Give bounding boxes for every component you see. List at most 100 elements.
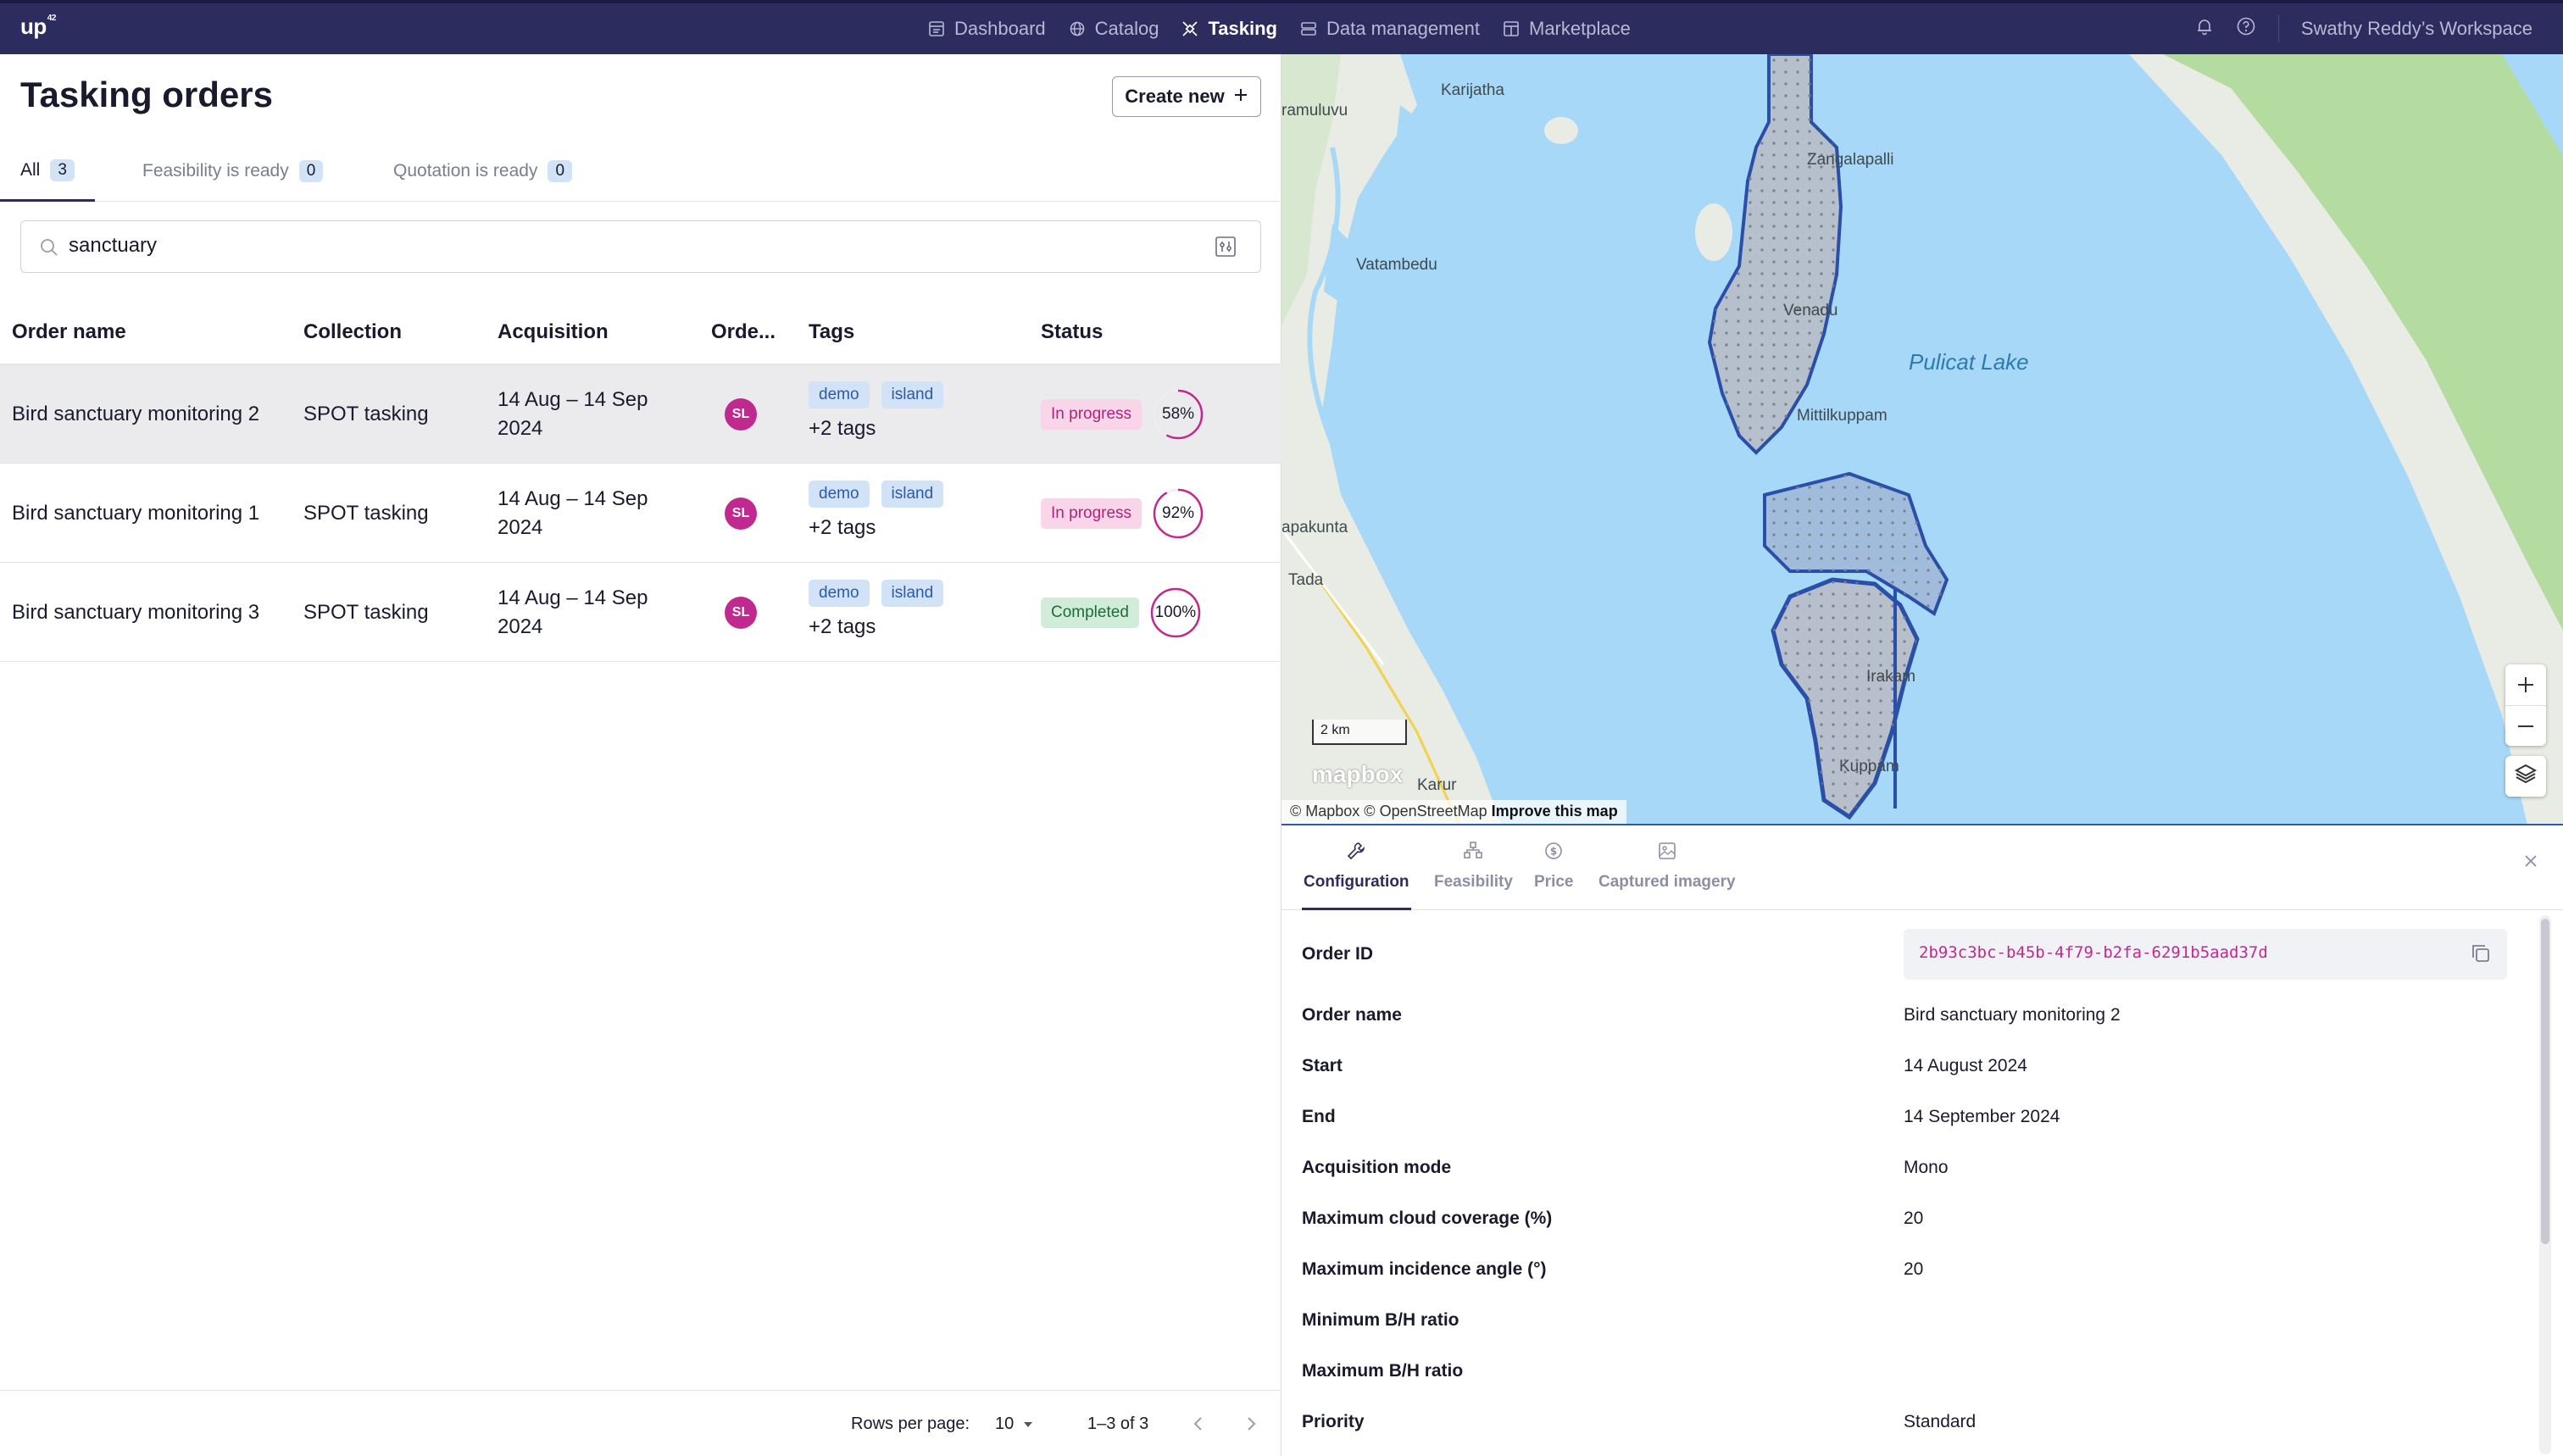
order-filter-tabs: All 3 Feasibility is ready 0 Quotation i… xyxy=(0,141,1282,202)
nav-item-marketplace[interactable]: Marketplace xyxy=(1502,18,1631,40)
tab-configuration[interactable]: Configuration xyxy=(1302,841,1411,910)
table-row[interactable]: Bird sanctuary monitoring 3 SPOT tasking… xyxy=(0,563,1282,662)
zoom-controls xyxy=(2505,664,2546,746)
details-tabs: Configuration Feasibility $ Price Captur… xyxy=(1282,827,2563,910)
search-icon xyxy=(38,236,60,258)
nav-item-data-management[interactable]: Data management xyxy=(1299,18,1480,40)
map-scale: 2 km xyxy=(1312,720,1407,745)
detail-label: Order name xyxy=(1302,1005,1402,1025)
tasking-icon xyxy=(1181,19,1199,38)
detail-value: Bird sanctuary monitoring 2 xyxy=(1904,1005,2121,1025)
detail-label: Order ID xyxy=(1302,944,1374,964)
acquisition: 14 Aug – 14 Sep 2024 xyxy=(498,387,648,440)
image-icon xyxy=(1657,841,1677,866)
nav-item-label: Data management xyxy=(1326,18,1480,39)
filter-icon[interactable] xyxy=(1215,236,1237,258)
detail-label: Maximum incidence angle (°) xyxy=(1302,1259,1547,1279)
column-header-collection[interactable]: Collection xyxy=(303,300,402,364)
detail-label: Start xyxy=(1302,1056,1343,1075)
column-header-status[interactable]: Status xyxy=(1041,300,1103,364)
tab-label: All xyxy=(20,159,41,180)
tab-count: 0 xyxy=(548,160,573,182)
mapbox-logo[interactable]: mapbox xyxy=(1312,761,1403,788)
page-title: Tasking orders xyxy=(20,75,273,114)
zoom-out-button[interactable] xyxy=(2505,705,2546,746)
map-label-pulicat-lake: Pulicat Lake xyxy=(1909,349,2029,375)
tab-price[interactable]: $ Price xyxy=(1532,841,1575,910)
search-input[interactable]: sanctuary xyxy=(20,220,1261,273)
help-icon[interactable] xyxy=(2236,16,2256,42)
detail-value: 14 September 2024 xyxy=(1904,1107,2060,1126)
map-label-apakunta: apakunta xyxy=(1282,519,1348,536)
next-page-button[interactable] xyxy=(1243,1391,1259,1456)
column-header-tags[interactable]: Tags xyxy=(809,300,854,364)
column-header-order-name[interactable]: Order name xyxy=(12,300,126,364)
tab-quotation-ready[interactable]: Quotation is ready 0 xyxy=(373,141,592,202)
attribution-text[interactable]: © Mapbox © OpenStreetMap xyxy=(1290,803,1487,820)
nav-item-dashboard[interactable]: Dashboard xyxy=(927,18,1046,40)
catalog-icon xyxy=(1068,19,1087,38)
detail-label: Minimum B/H ratio xyxy=(1302,1310,1459,1330)
table-pagination: Rows per page: 10 1–3 of 3 xyxy=(0,1390,1282,1456)
order-id-value[interactable]: 2b93c3bc-b45b-4f79-b2fa-6291b5aad37d xyxy=(1919,943,2268,962)
nav-right-section: Swathy Reddy’s Workspace xyxy=(2195,3,2532,54)
nav-item-label: Dashboard xyxy=(954,18,1046,39)
svg-text:$: $ xyxy=(1550,846,1557,858)
copy-icon[interactable] xyxy=(2470,942,2492,964)
map-label-tada: Tada xyxy=(1288,571,1324,589)
map-label-zangalapalli: Zangalapalli xyxy=(1807,151,1894,169)
detail-label: Acquisition mode xyxy=(1302,1158,1452,1177)
collection: SPOT tasking xyxy=(303,600,429,624)
more-tags: +2 tags xyxy=(809,615,876,638)
tab-count: 0 xyxy=(298,160,324,182)
scrollbar-thumb[interactable] xyxy=(2541,919,2549,1244)
tab-label: Quotation is ready xyxy=(393,161,538,181)
close-icon[interactable] xyxy=(2522,849,2539,875)
map-canvas[interactable] xyxy=(1282,54,2563,825)
tag-list: demo island +2 tags xyxy=(809,481,944,540)
top-navigation-bar: up42 Dashboard Catalog Tasking Data mana… xyxy=(0,0,2563,54)
order-details-panel: Configuration Feasibility $ Price Captur… xyxy=(1282,827,2563,1456)
table-row[interactable]: Bird sanctuary monitoring 2 SPOT tasking… xyxy=(0,364,1282,464)
price-icon: $ xyxy=(1543,841,1564,866)
layers-icon xyxy=(2514,761,2538,792)
tab-captured-imagery[interactable]: Captured imagery xyxy=(1597,841,1737,910)
map-label-karijatha: Karijatha xyxy=(1441,81,1504,99)
main-nav: Dashboard Catalog Tasking Data managemen… xyxy=(927,3,1631,54)
improve-map-link[interactable]: Improve this map xyxy=(1492,803,1618,820)
bell-icon[interactable] xyxy=(2195,17,2214,41)
previous-page-button[interactable] xyxy=(1190,1391,1207,1456)
nav-item-label: Tasking xyxy=(1208,18,1277,39)
map-label-ramuluvu: ramuluvu xyxy=(1282,102,1348,119)
tab-feasibility[interactable]: Feasibility xyxy=(1432,841,1515,910)
rows-per-page-select[interactable]: 10 xyxy=(995,1391,1034,1456)
details-scrollbar[interactable] xyxy=(2539,915,2551,1454)
detail-value: 14 August 2024 xyxy=(1904,1056,2027,1075)
layers-button[interactable] xyxy=(2505,756,2546,797)
tab-label: Feasibility xyxy=(1434,873,1513,891)
acquisition: 14 Aug – 14 Sep 2024 xyxy=(498,486,648,539)
detail-value: 20 xyxy=(1904,1209,1924,1228)
table-row[interactable]: Bird sanctuary monitoring 1 SPOT tasking… xyxy=(0,464,1282,563)
create-new-button[interactable]: Create new xyxy=(1112,76,1261,117)
detail-label: Maximum B/H ratio xyxy=(1302,1361,1464,1381)
tab-label: Configuration xyxy=(1304,873,1409,891)
tab-all[interactable]: All 3 xyxy=(0,141,95,202)
acquisition: 14 Aug – 14 Sep 2024 xyxy=(498,586,648,638)
zoom-in-button[interactable] xyxy=(2505,664,2546,705)
workspace-switcher[interactable]: Swathy Reddy’s Workspace xyxy=(2301,18,2532,40)
map-view[interactable]: Karijatha ramuluvu Zangalapalli Vatambed… xyxy=(1282,54,2563,825)
logo-superscript: 42 xyxy=(47,14,57,23)
nav-item-tasking[interactable]: Tasking xyxy=(1181,18,1277,40)
progress-ring: 92% xyxy=(1152,487,1204,540)
tab-count: 3 xyxy=(50,158,75,181)
nav-item-catalog[interactable]: Catalog xyxy=(1068,18,1159,40)
avatar: SL xyxy=(725,397,757,431)
map-label-vatambedu: Vatambedu xyxy=(1356,256,1437,274)
tab-feasibility-ready[interactable]: Feasibility is ready 0 xyxy=(122,141,343,202)
column-header-acquisition[interactable]: Acquisition xyxy=(498,300,609,364)
wrench-icon xyxy=(1346,841,1366,866)
up42-logo[interactable]: up42 xyxy=(20,14,56,40)
search-value: sanctuary xyxy=(69,234,158,257)
column-header-order-owner[interactable]: Orde... xyxy=(711,300,776,364)
